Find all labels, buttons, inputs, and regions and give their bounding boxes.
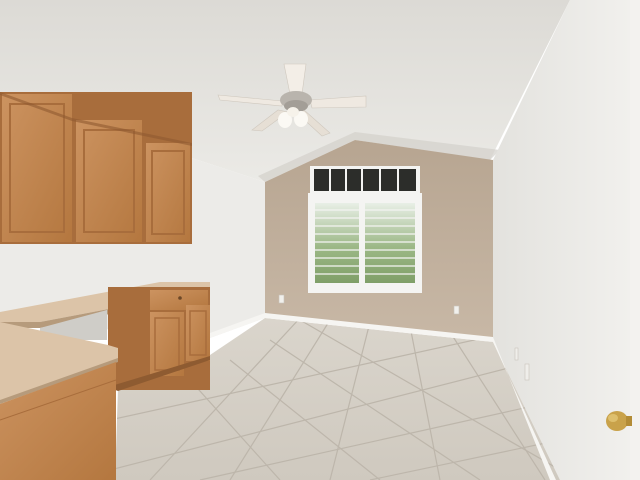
outlet-icon <box>278 294 285 304</box>
door-edge <box>630 0 640 480</box>
front-counter <box>0 322 118 480</box>
outlet-icon <box>453 305 460 315</box>
outlet-icon <box>524 363 530 381</box>
room-photo <box>0 0 640 480</box>
window-icon <box>308 166 422 293</box>
cabinet-icon <box>0 92 192 244</box>
outlet-icon <box>514 347 519 361</box>
